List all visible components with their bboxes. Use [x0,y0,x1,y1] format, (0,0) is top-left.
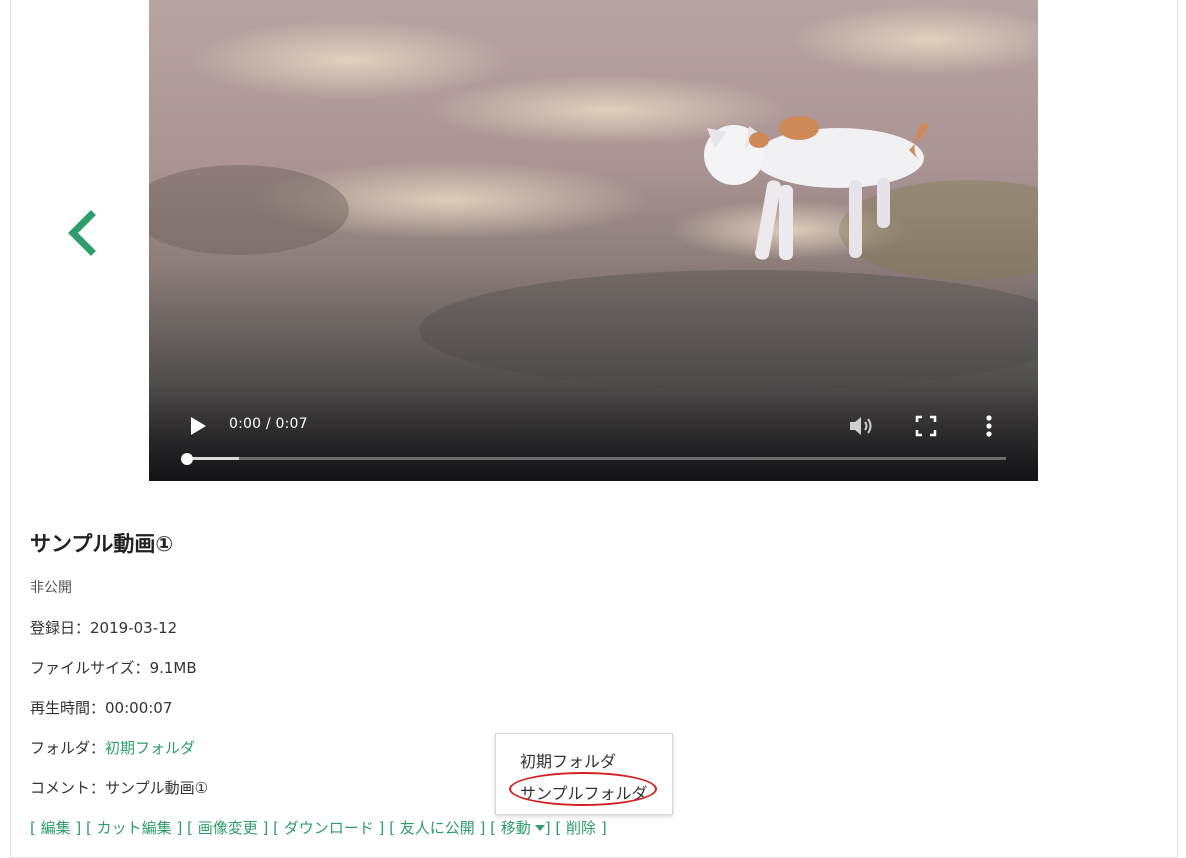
menu-item-initial-folder[interactable]: 初期フォルダ [520,748,616,772]
time-display: 0:00 / 0:07 [229,416,308,432]
comment-value: サンプル動画① [105,779,209,797]
filesize-row: ファイルサイズ：9.1MB [30,657,197,678]
menu-item-sample-folder[interactable]: サンプルフォルダ [520,780,648,804]
filesize-label: ファイルサイズ： [30,659,150,677]
more-vert-icon [986,415,992,437]
registered-value: 2019-03-12 [90,619,178,637]
filesize-value: 9.1MB [149,659,197,677]
comment-row: コメント：サンプル動画① [30,777,208,798]
edit-link[interactable]: 編集 [41,819,71,837]
video-player[interactable]: 0:00 / 0:07 [149,0,1038,481]
delete-link[interactable]: 削除 [566,819,596,837]
folder-label: フォルダ： [30,739,106,757]
visibility-status: 非公開 [30,580,72,596]
fullscreen-icon [915,415,937,437]
folder-link[interactable]: 初期フォルダ [105,739,195,757]
action-links: [ 編集 ] [ カット編集 ] [ 画像変更 ] [ ダウンロード ] [ 友… [30,819,607,837]
download-link[interactable]: ダウンロード [284,819,374,837]
folder-row: フォルダ：初期フォルダ [30,737,195,758]
play-button[interactable] [187,414,209,438]
duration-row: 再生時間：00:00:07 [30,697,172,718]
move-dropdown-toggle[interactable]: 移動 [501,819,545,837]
video-title: サンプル動画① [30,532,174,556]
move-folder-menu: 初期フォルダ サンプルフォルダ [495,733,673,815]
seek-bar[interactable] [181,452,1006,465]
duration-label: 再生時間： [30,699,106,717]
move-label: 移動 [500,819,531,837]
publish-friends-link[interactable]: 友人に公開 [400,819,475,837]
cut-edit-link[interactable]: カット編集 [97,819,172,837]
caret-down-icon [534,824,545,831]
volume-button[interactable] [847,413,877,439]
seek-handle[interactable] [181,452,193,465]
buffered-bar [187,457,239,460]
previous-button[interactable] [64,210,100,256]
more-options-button[interactable] [979,413,999,439]
duration-value: 00:00:07 [105,699,173,717]
change-image-link[interactable]: 画像変更 [198,819,258,837]
comment-label: コメント： [30,779,106,797]
play-icon [191,417,206,435]
chevron-left-icon [68,210,96,256]
fullscreen-button[interactable] [914,414,938,438]
registered-date-row: 登録日：2019-03-12 [30,617,177,638]
registered-label: 登録日： [30,619,91,637]
volume-icon [850,417,872,435]
